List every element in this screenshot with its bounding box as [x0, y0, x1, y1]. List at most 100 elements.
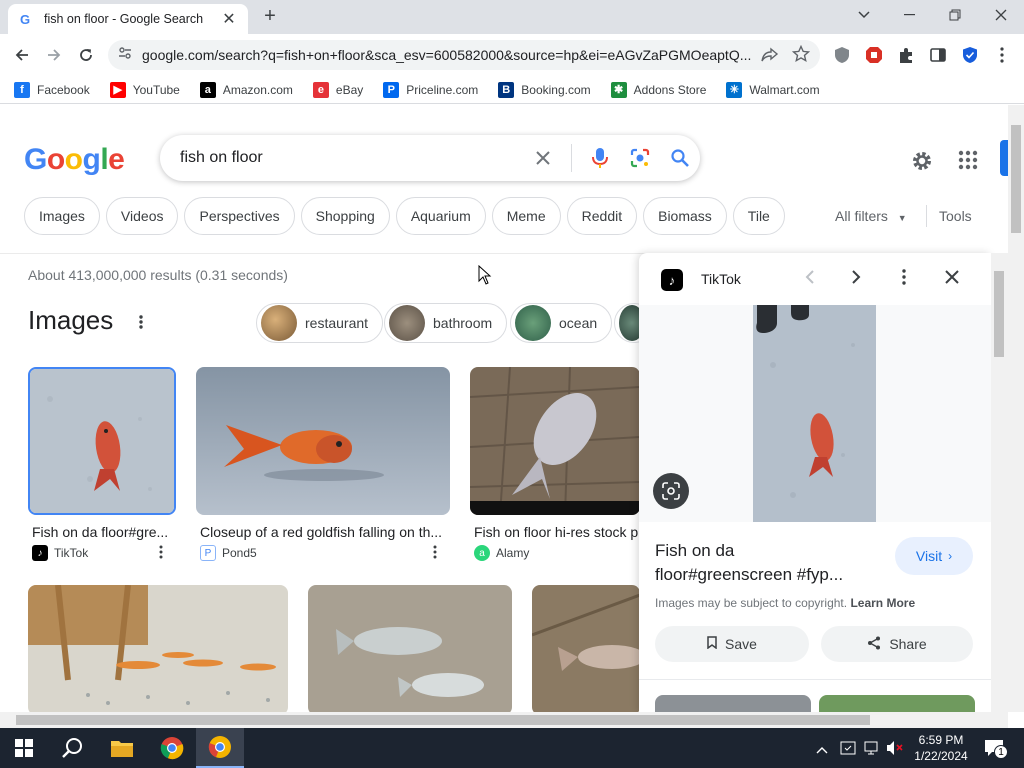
- tab-close-icon[interactable]: ✕: [220, 9, 238, 29]
- extension-adblock-icon[interactable]: [864, 45, 884, 65]
- scrollbar-thumb[interactable]: [16, 715, 870, 725]
- address-bar[interactable]: google.com/search?q=fish+on+floor&sca_es…: [108, 40, 820, 70]
- chip-aquarium[interactable]: Aquarium: [395, 197, 486, 235]
- close-window-button[interactable]: [983, 4, 1019, 26]
- panel-title[interactable]: Fish on da floor#greenscreen #fyp...: [655, 539, 875, 587]
- related-image[interactable]: [819, 695, 975, 712]
- refine-chip-restaurant[interactable]: restaurant: [256, 303, 384, 343]
- chip-biomass[interactable]: Biomass: [643, 197, 727, 235]
- image-result-5[interactable]: [308, 585, 512, 712]
- bookmark-youtube[interactable]: ▶ YouTube: [109, 81, 180, 98]
- related-image[interactable]: [655, 695, 811, 712]
- save-button[interactable]: Save: [655, 626, 809, 662]
- bookmark-booking-com[interactable]: B Booking.com: [498, 81, 591, 98]
- chip-images[interactable]: Images: [24, 197, 100, 235]
- bookmark-priceline-com[interactable]: P Priceline.com: [383, 81, 478, 98]
- learn-more-link[interactable]: Learn More: [850, 596, 915, 610]
- image-result-2[interactable]: [196, 367, 450, 515]
- minimize-button[interactable]: [892, 4, 928, 26]
- more-options-icon[interactable]: [433, 545, 437, 564]
- forward-button[interactable]: [42, 43, 66, 67]
- bookmark-addons-store[interactable]: ✱ Addons Store: [610, 81, 706, 98]
- chip-reddit[interactable]: Reddit: [566, 197, 638, 235]
- search-input[interactable]: fish on floor: [180, 149, 523, 167]
- chevron-right-icon: ›: [948, 549, 953, 563]
- all-filters-button[interactable]: All filters ▼: [835, 208, 907, 224]
- panel-scrollbar-thumb[interactable]: [994, 271, 1004, 357]
- next-image-icon[interactable]: [849, 269, 863, 290]
- side-panel-icon[interactable]: [928, 45, 948, 65]
- chip-perspectives[interactable]: Perspectives: [184, 197, 295, 235]
- extension-bitwarden-icon[interactable]: [960, 45, 980, 65]
- security-tray-icon[interactable]: [840, 740, 856, 761]
- image-source[interactable]: ♪ TikTok: [32, 545, 88, 561]
- close-panel-icon[interactable]: [945, 270, 959, 289]
- bookmark-walmart-com[interactable]: ✳ Walmart.com: [726, 81, 820, 98]
- browser-menu-icon[interactable]: [992, 45, 1012, 65]
- image-result-3[interactable]: [470, 367, 640, 515]
- visit-button[interactable]: Visit ›: [895, 537, 973, 575]
- clock[interactable]: 6:59 PM 1/22/2024: [910, 732, 972, 764]
- bookmark-facebook[interactable]: f Facebook: [14, 81, 90, 98]
- search-submit-icon[interactable]: [660, 148, 700, 168]
- preview-image[interactable]: [753, 305, 876, 522]
- image-caption[interactable]: Fish on da floor#gre...: [32, 524, 172, 540]
- share-icon[interactable]: [761, 46, 779, 69]
- chip-tile[interactable]: Tile: [732, 197, 785, 235]
- network-icon[interactable]: [863, 740, 879, 761]
- image-source[interactable]: P Pond5: [200, 545, 257, 561]
- refine-chip-ocean[interactable]: ocean: [510, 303, 613, 343]
- account-avatar[interactable]: [1000, 140, 1008, 176]
- restore-button[interactable]: [937, 4, 973, 26]
- bookmark-amazon-com[interactable]: a Amazon.com: [199, 81, 293, 98]
- more-options-icon[interactable]: [159, 545, 163, 564]
- extensions-puzzle-icon[interactable]: [896, 45, 916, 65]
- chip-shopping[interactable]: Shopping: [300, 197, 390, 235]
- previous-image-icon[interactable]: [803, 269, 817, 290]
- file-explorer-icon[interactable]: [98, 728, 146, 768]
- image-result-6[interactable]: [532, 585, 640, 712]
- bookmark-label: Walmart.com: [749, 82, 820, 97]
- site-info-icon[interactable]: [118, 46, 132, 65]
- page-scrollbar-horizontal[interactable]: [0, 712, 1008, 728]
- chip-videos[interactable]: Videos: [105, 197, 179, 235]
- voice-search-icon[interactable]: [580, 147, 620, 169]
- back-button[interactable]: [10, 43, 34, 67]
- bookmark-ebay[interactable]: e eBay: [312, 81, 363, 98]
- chip-meme[interactable]: Meme: [491, 197, 561, 235]
- more-options-icon[interactable]: [139, 314, 143, 335]
- chrome-icon[interactable]: [148, 728, 196, 768]
- scrollbar-thumb[interactable]: [1011, 125, 1021, 233]
- image-result-1[interactable]: [28, 367, 176, 515]
- chrome-active-window-icon[interactable]: [196, 728, 244, 768]
- volume-muted-icon[interactable]: [886, 740, 904, 761]
- panel-scrollbar[interactable]: [991, 253, 1008, 712]
- extension-shield-icon[interactable]: [832, 45, 852, 65]
- lens-search-icon[interactable]: [620, 148, 660, 168]
- new-tab-button[interactable]: +: [258, 6, 282, 28]
- active-tab[interactable]: G fish on floor - Google Search ✕: [8, 4, 248, 34]
- bookmark-star-icon[interactable]: [791, 44, 811, 68]
- image-result-4[interactable]: [28, 585, 288, 712]
- clear-search-icon[interactable]: [523, 150, 563, 166]
- settings-gear-icon[interactable]: [910, 149, 934, 178]
- refine-chip-bathroom[interactable]: bathroom: [384, 303, 508, 343]
- page-scrollbar-vertical[interactable]: [1008, 105, 1024, 712]
- tools-button[interactable]: Tools: [939, 208, 972, 224]
- image-caption[interactable]: Fish on floor hi-res stock p: [474, 524, 640, 540]
- share-button[interactable]: Share: [821, 626, 973, 662]
- reload-button[interactable]: [74, 43, 98, 67]
- more-options-icon[interactable]: [902, 269, 906, 290]
- image-source[interactable]: a Alamy: [474, 545, 529, 561]
- lens-search-icon[interactable]: [653, 473, 689, 509]
- notification-center-icon[interactable]: 1: [984, 739, 1008, 762]
- image-caption[interactable]: Closeup of a red goldfish falling on th.…: [200, 524, 446, 540]
- tray-overflow-icon[interactable]: [816, 741, 828, 759]
- windows-start-icon[interactable]: [0, 728, 48, 768]
- search-box[interactable]: fish on floor: [160, 135, 700, 181]
- google-logo[interactable]: Google: [24, 143, 125, 177]
- taskbar-search-icon[interactable]: [48, 728, 96, 768]
- google-apps-icon[interactable]: [958, 150, 978, 175]
- tab-search-icon[interactable]: [846, 4, 882, 26]
- panel-source[interactable]: TikTok: [701, 271, 741, 287]
